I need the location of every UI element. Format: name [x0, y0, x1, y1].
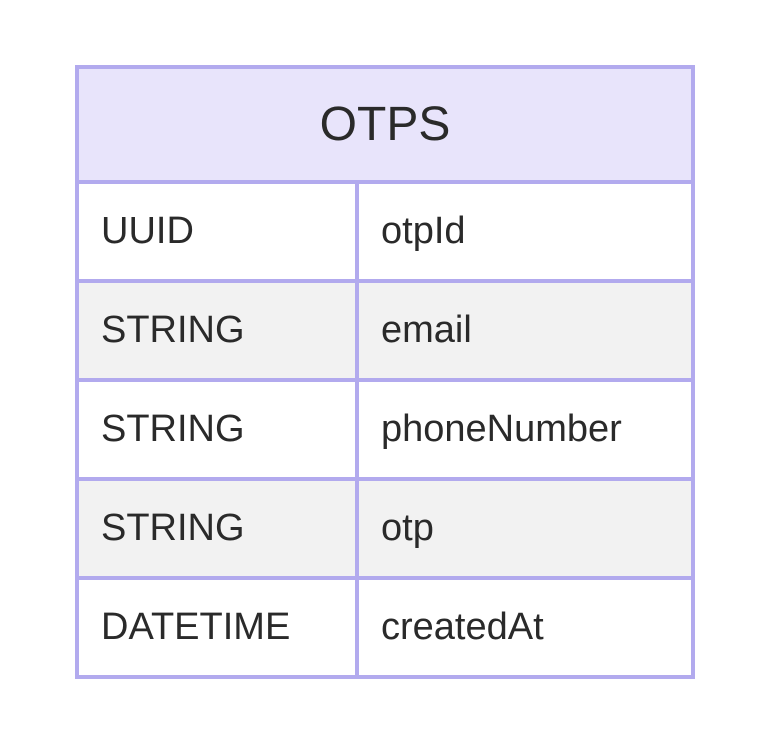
- column-type: STRING: [79, 283, 359, 378]
- column-name: createdAt: [359, 580, 691, 675]
- entity-table: OTPS UUID otpId STRING email STRING phon…: [75, 65, 695, 679]
- column-type: UUID: [79, 184, 359, 279]
- column-type: DATETIME: [79, 580, 359, 675]
- table-row: STRING phoneNumber: [79, 382, 691, 481]
- column-name: otp: [359, 481, 691, 576]
- column-type: STRING: [79, 382, 359, 477]
- entity-title: OTPS: [79, 69, 691, 184]
- table-row: UUID otpId: [79, 184, 691, 283]
- table-row: DATETIME createdAt: [79, 580, 691, 675]
- column-name: phoneNumber: [359, 382, 691, 477]
- table-row: STRING otp: [79, 481, 691, 580]
- column-type: STRING: [79, 481, 359, 576]
- table-row: STRING email: [79, 283, 691, 382]
- column-name: email: [359, 283, 691, 378]
- column-name: otpId: [359, 184, 691, 279]
